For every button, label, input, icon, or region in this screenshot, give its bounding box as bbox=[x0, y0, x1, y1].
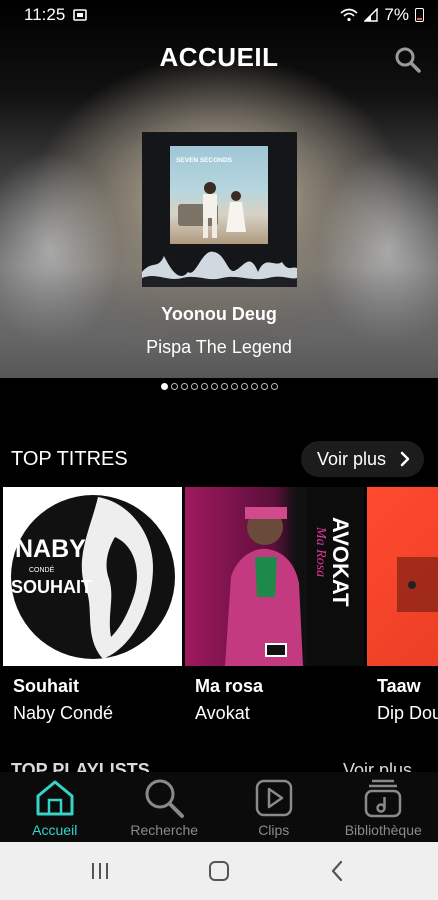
album-cover-text: SEVEN SECONDS bbox=[176, 157, 232, 164]
search-icon[interactable] bbox=[394, 46, 422, 74]
bottom-tab-bar: Accueil Recherche Clips Bibliothèque bbox=[0, 772, 438, 842]
souhait-cover-text-2: CONDÉ bbox=[29, 565, 55, 574]
featured-song-artist[interactable]: Pispa The Legend bbox=[0, 337, 438, 358]
page-title: ACCUEIL bbox=[159, 42, 279, 72]
carousel-dot[interactable] bbox=[250, 383, 258, 390]
carousel-dot[interactable] bbox=[190, 383, 198, 390]
top-titres-list[interactable]: NABY CONDÉ SOUHAIT Souhait Naby Condé AV… bbox=[3, 487, 438, 727]
marosa-cover-text-1: AVOKAT bbox=[328, 517, 353, 607]
tab-label: Clips bbox=[258, 822, 290, 838]
track-title: Taaw bbox=[377, 676, 421, 696]
tab-label: Bibliothèque bbox=[344, 822, 422, 838]
album-waveform bbox=[142, 251, 297, 287]
wifi-icon bbox=[340, 8, 358, 22]
tab-clips[interactable]: Clips bbox=[219, 772, 329, 842]
track-card[interactable]: AVOKAT Ma Rosa Ma rosa Avokat bbox=[185, 487, 364, 724]
carousel-indicator[interactable] bbox=[0, 383, 438, 390]
battery-percent: 7% bbox=[384, 5, 409, 24]
home-button-icon[interactable] bbox=[207, 859, 231, 883]
tab-label: Recherche bbox=[130, 822, 199, 838]
system-navigation-bar bbox=[0, 842, 438, 900]
track-artist: Dip Dou bbox=[377, 703, 438, 723]
see-more-button[interactable]: Voir plus bbox=[300, 441, 424, 477]
souhait-cover-art: NABY CONDÉ SOUHAIT bbox=[11, 495, 175, 659]
signal-icon bbox=[364, 8, 379, 22]
carousel-dot[interactable] bbox=[210, 383, 218, 390]
track-title: Ma rosa bbox=[195, 676, 264, 696]
back-icon[interactable] bbox=[326, 859, 350, 883]
notification-icon bbox=[73, 9, 88, 21]
featured-album-cover[interactable]: SEVEN SECONDS bbox=[142, 132, 297, 287]
status-time: 11:25 bbox=[24, 5, 66, 24]
carousel-dot-active[interactable] bbox=[160, 383, 168, 390]
featured-song-title[interactable]: Yoonou Deug bbox=[0, 304, 438, 325]
carousel-dot[interactable] bbox=[240, 383, 248, 390]
home-icon bbox=[33, 776, 77, 820]
section-title: TOP TITRES bbox=[11, 447, 128, 470]
marosa-cover-text-2: Ma Rosa bbox=[313, 526, 328, 577]
carousel-dot[interactable] bbox=[230, 383, 238, 390]
track-card[interactable]: Taaw Dip Dou bbox=[367, 487, 438, 724]
tab-label: Accueil bbox=[32, 822, 78, 838]
carousel-dot[interactable] bbox=[200, 383, 208, 390]
see-more-label: Voir plus bbox=[316, 448, 386, 469]
souhait-cover-text-3: SOUHAIT bbox=[11, 577, 92, 597]
status-bar: 11:25 7% bbox=[0, 0, 438, 30]
recent-apps-icon[interactable] bbox=[88, 859, 112, 883]
track-title: Souhait bbox=[13, 676, 79, 696]
souhait-cover-text-1: NABY bbox=[15, 535, 86, 563]
track-cover: NABY CONDÉ SOUHAIT bbox=[3, 487, 182, 666]
taaw-cover-art bbox=[397, 557, 438, 612]
carousel-dot[interactable] bbox=[180, 383, 188, 390]
chevron-right-icon bbox=[400, 451, 410, 467]
track-artist: Naby Condé bbox=[13, 703, 114, 723]
library-icon bbox=[361, 776, 405, 820]
carousel-dot[interactable] bbox=[260, 383, 268, 390]
track-card[interactable]: NABY CONDÉ SOUHAIT Souhait Naby Condé bbox=[3, 487, 182, 724]
tab-bibliotheque[interactable]: Bibliothèque bbox=[329, 772, 438, 842]
track-artist: Avokat bbox=[195, 703, 250, 723]
battery-icon bbox=[415, 8, 424, 22]
search-icon bbox=[142, 776, 186, 820]
carousel-dot[interactable] bbox=[220, 383, 228, 390]
marosa-cover-art: AVOKAT Ma Rosa bbox=[225, 487, 364, 666]
track-cover bbox=[367, 487, 438, 666]
top-titres-header: TOP TITRES Voir plus bbox=[0, 440, 438, 478]
tab-accueil[interactable]: Accueil bbox=[0, 772, 110, 842]
track-cover: AVOKAT Ma Rosa bbox=[185, 487, 364, 666]
tab-recherche[interactable]: Recherche bbox=[110, 772, 220, 842]
carousel-dot[interactable] bbox=[270, 383, 278, 390]
play-icon bbox=[252, 776, 296, 820]
carousel-dot[interactable] bbox=[170, 383, 178, 390]
